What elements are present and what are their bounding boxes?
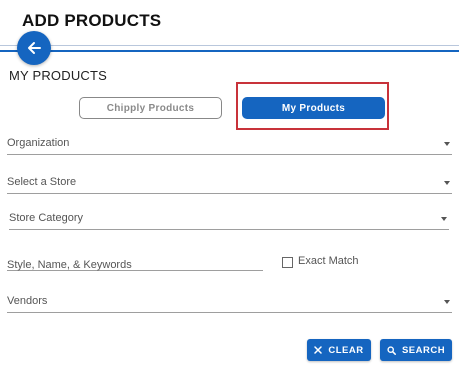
caret-down-icon	[444, 142, 450, 146]
header-divider	[0, 45, 459, 46]
highlight-box	[236, 82, 389, 130]
keywords-input[interactable]	[7, 259, 263, 271]
store-category-label: Store Category	[9, 212, 83, 224]
chipply-products-toggle[interactable]: Chipply Products	[79, 97, 222, 119]
caret-down-icon	[441, 217, 447, 221]
search-label: SEARCH	[401, 344, 446, 356]
vendors-label: Vendors	[7, 295, 48, 307]
close-icon	[314, 346, 323, 354]
caret-down-icon	[444, 181, 450, 185]
search-button[interactable]: SEARCH	[380, 339, 452, 361]
arrow-left-icon	[26, 40, 42, 56]
clear-label: CLEAR	[328, 344, 364, 356]
keywords-field	[7, 255, 263, 271]
section-title: MY PRODUCTS	[9, 68, 108, 83]
vendors-select[interactable]: Vendors	[7, 294, 452, 313]
caret-down-icon	[444, 300, 450, 304]
clear-button[interactable]: CLEAR	[307, 339, 371, 361]
back-button[interactable]	[17, 31, 51, 65]
organization-label: Organization	[7, 137, 70, 149]
store-label: Select a Store	[7, 176, 77, 188]
exact-match-label: Exact Match	[298, 255, 359, 267]
search-icon	[387, 345, 396, 355]
exact-match-checkbox[interactable]	[282, 257, 293, 268]
store-select[interactable]: Select a Store	[7, 175, 452, 194]
page-title: ADD PRODUCTS	[22, 11, 162, 30]
header-accent-line	[0, 50, 459, 52]
organization-select[interactable]: Organization	[7, 136, 452, 155]
store-category-select[interactable]: Store Category	[9, 211, 449, 230]
